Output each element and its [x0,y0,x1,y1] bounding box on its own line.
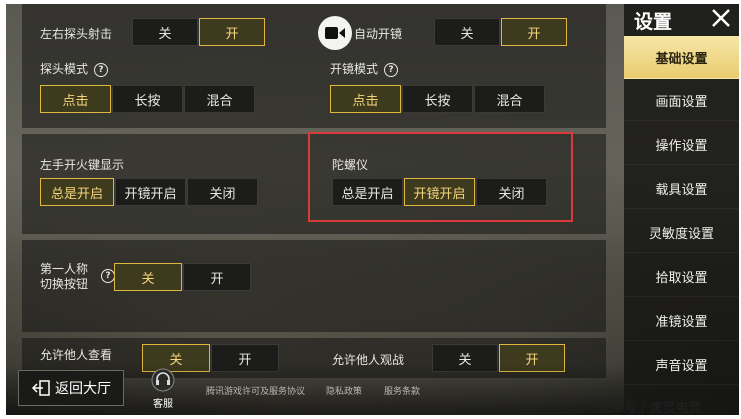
lean-mode-hold[interactable]: 长按 [112,85,183,113]
help-icon[interactable]: ? [384,62,399,77]
lean-mode-tap[interactable]: 点击 [40,85,111,113]
scope-mode-hold[interactable]: 长按 [402,85,473,113]
lean-mode-selector: 点击 长按 混合 [40,85,256,113]
scope-mode-tap[interactable]: 点击 [330,85,401,113]
nav-scope[interactable]: 准镜设置 [624,300,739,341]
lean-mode-label: 探头模式? [40,60,109,77]
lean-fire-toggle: 关 开 [132,18,266,46]
settings-sidebar: 设置 基础设置 画面设置 操作设置 载具设置 灵敏度设置 拾取设置 准镜设置 声… [624,4,739,415]
fp-switch-on[interactable]: 开 [183,263,251,291]
left-fire-off[interactable]: 关闭 [187,178,258,206]
lean-fire-label: 左右探头射击 [40,27,113,41]
scope-mode-label: 开镜模式? [330,60,399,77]
lean-mode-mixed[interactable]: 混合 [184,85,255,113]
allow-view-label: 允许他人查看 [40,348,113,362]
lean-mode-label-text: 探头模式 [40,62,89,76]
fp-switch-label-line1: 第一人称 [40,262,89,276]
help-icon[interactable]: ? [94,62,109,77]
scope-mode-mixed[interactable]: 混合 [474,85,545,113]
headset-icon [151,368,175,392]
customer-service-label: 客服 [153,399,173,410]
left-fire-selector: 总是开启 开镜开启 关闭 [40,178,259,206]
left-fire-always[interactable]: 总是开启 [40,178,114,206]
nav-vehicle[interactable]: 载具设置 [624,168,739,209]
nav-controls[interactable]: 操作设置 [624,124,739,165]
customer-service-button[interactable]: 客服 [146,368,180,410]
auto-scope-off[interactable]: 关 [434,18,500,46]
fp-switch-label-line2: 切换按钮 [40,277,89,291]
auto-scope-toggle: 关 开 [434,18,568,46]
back-label: 返回大厅 [55,381,111,397]
fp-switch-toggle: 关 开 [114,263,252,291]
close-icon[interactable] [709,6,733,30]
back-arrow-icon [31,380,50,396]
gyro-highlight-box [308,132,573,222]
left-fire-scoped[interactable]: 开镜开启 [115,178,186,206]
nav-sensitivity[interactable]: 灵敏度设置 [624,212,739,253]
privacy-link[interactable]: 隐私政策 [326,384,362,397]
nav-graphics[interactable]: 画面设置 [624,80,739,121]
back-to-lobby-button[interactable]: 返回大厅 [18,370,124,406]
scope-mode-selector: 点击 长按 混合 [330,85,546,113]
watermark: 头条号 / 虎灵电竞 [598,401,702,416]
nav-sound[interactable]: 声音设置 [624,344,739,385]
auto-scope-on[interactable]: 开 [501,18,567,46]
fp-switch-off[interactable]: 关 [114,263,182,291]
settings-title: 设置 [634,11,673,33]
left-fire-label: 左手开火键显示 [40,158,125,172]
nav-basic[interactable]: 基础设置 [624,36,739,79]
panel-first-person [22,240,606,332]
fp-switch-label: 第一人称 切换按钮 [40,262,88,292]
auto-scope-label: 自动开镜 [354,27,403,41]
license-link[interactable]: 腾讯游戏许可及服务协议 [206,384,305,397]
help-icon[interactable]: ? [101,269,115,283]
nav-pickup[interactable]: 拾取设置 [624,256,739,297]
lean-fire-on[interactable]: 开 [199,18,265,46]
lean-fire-off[interactable]: 关 [132,18,198,46]
scope-mode-label-text: 开镜模式 [330,62,379,76]
terms-link[interactable]: 服务条款 [384,384,420,397]
video-camera-icon[interactable] [318,16,352,50]
game-settings-screen: 左右探头射击 关 开 探头模式? 点击 长按 混合 自动开镜 关 开 开镜模式?… [6,4,739,415]
